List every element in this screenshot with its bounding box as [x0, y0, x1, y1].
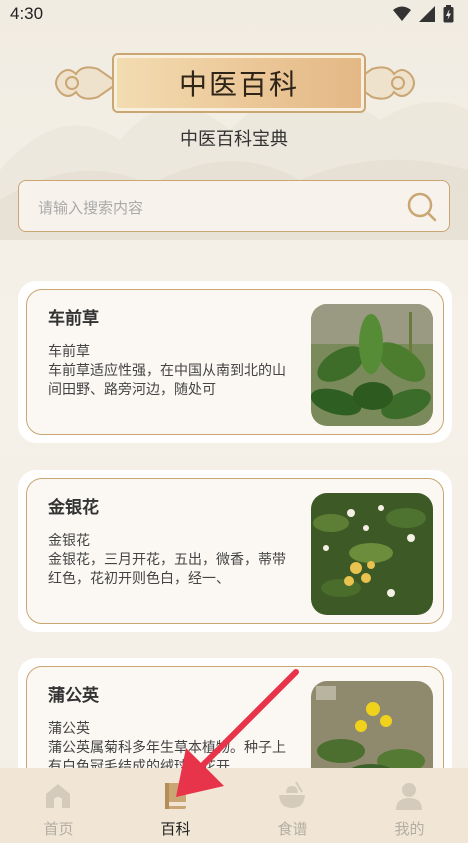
tab-encyclopedia[interactable]: 百科 — [117, 768, 234, 843]
search-placeholder[interactable]: 请输入搜索内容 — [38, 197, 143, 218]
search-box[interactable]: 请输入搜索内容 — [18, 180, 450, 232]
herb-card-title: 金银花 — [48, 498, 99, 518]
herb-card-desc-text: 车前草 车前草适应性强，在中国从南到北的山间田野、路旁河边，随处可 — [48, 344, 286, 398]
tab-encyclopedia-label[interactable]: 百科 — [117, 818, 234, 839]
herb-card-frame: 车前草 车前草 车前草适应性强，在中国从南到北的山间田野、路旁河边，随处可 — [26, 289, 444, 435]
tab-recipes-label[interactable]: 食谱 — [234, 818, 351, 839]
herb-card-description: 金银花 金银花，三月开花，五出，微香，蒂带红色，花初开则色白，经一、 — [48, 532, 293, 589]
book-icon[interactable] — [159, 780, 191, 812]
bottom-tab-bar: 首页 百科 食谱 我的 — [0, 768, 468, 843]
herb-card-title: 车前草 — [48, 309, 99, 329]
tab-recipes[interactable]: 食谱 — [234, 768, 351, 843]
cloud-ornament-left — [55, 66, 118, 100]
bowl-icon[interactable] — [276, 780, 308, 812]
search-icon[interactable] — [407, 192, 437, 222]
herb-card-desc-text: 金银花 金银花，三月开花，五出，微香，蒂带红色，花初开则色白，经一、 — [48, 533, 286, 587]
status-icons — [393, 5, 454, 23]
herb-image-plantain — [311, 304, 433, 426]
page-title: 中医百科 — [178, 68, 299, 101]
battery-icon — [443, 5, 454, 23]
tab-profile-label[interactable]: 我的 — [351, 818, 468, 839]
signal-icon — [419, 6, 435, 22]
herb-card-frame: 金银花 金银花 金银花，三月开花，五出，微香，蒂带红色，花初开则色白，经一、 — [26, 478, 444, 624]
page-subtitle: 中医百科宝典 — [180, 129, 288, 150]
herb-card-jinyinhua[interactable]: 金银花 金银花 金银花，三月开花，五出，微香，蒂带红色，花初开则色白，经一、 — [18, 470, 452, 632]
status-bar: 4:30 — [0, 0, 468, 28]
herb-card-description: 车前草 车前草适应性强，在中国从南到北的山间田野、路旁河边，随处可 — [48, 343, 293, 400]
herb-image-honeysuckle — [311, 493, 433, 615]
status-time: 4:30 — [10, 4, 44, 23]
title-banner: 中医百科 — [52, 52, 418, 114]
user-icon[interactable] — [393, 780, 425, 812]
wifi-icon — [393, 6, 411, 21]
tab-home[interactable]: 首页 — [0, 768, 117, 843]
tab-profile[interactable]: 我的 — [351, 768, 468, 843]
home-icon[interactable] — [42, 780, 74, 812]
title-plaque: 中医百科 — [114, 55, 364, 111]
herb-card-cheqiancao[interactable]: 车前草 车前草 车前草适应性强，在中国从南到北的山间田野、路旁河边，随处可 — [18, 281, 452, 443]
herb-card-title: 蒲公英 — [48, 686, 99, 706]
tab-home-label[interactable]: 首页 — [0, 818, 117, 839]
